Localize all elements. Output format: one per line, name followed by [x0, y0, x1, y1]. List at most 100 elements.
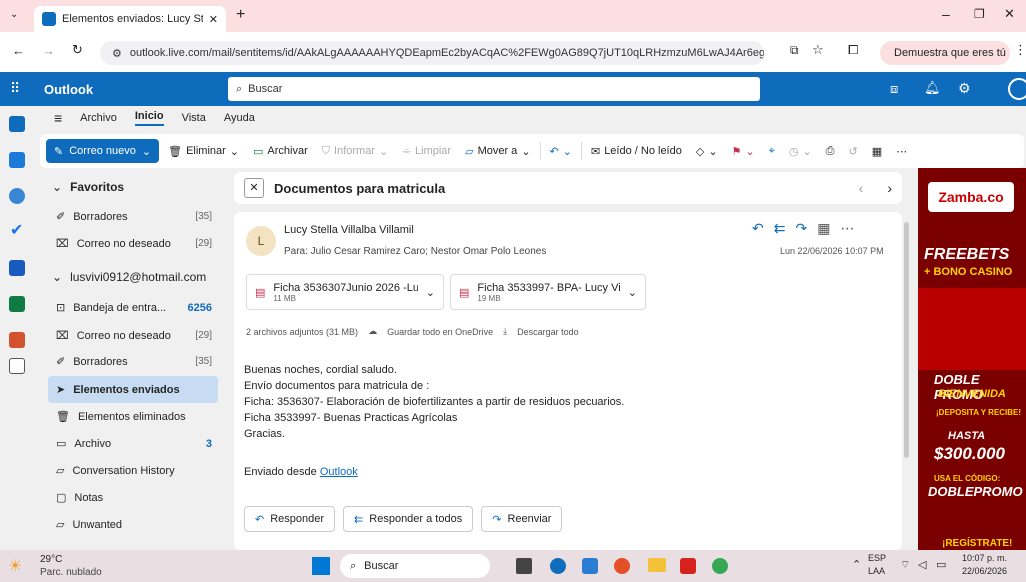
- next-message-icon[interactable]: ›: [887, 180, 892, 196]
- weather-icon[interactable]: ☀: [8, 556, 22, 576]
- close-window-icon[interactable]: ✕: [1004, 6, 1015, 22]
- my-day-icon[interactable]: ⧈: [890, 81, 898, 97]
- chevron-down-icon[interactable]: ⌄: [426, 286, 435, 299]
- keyboard-layout[interactable]: LAA: [868, 566, 885, 576]
- delete-button[interactable]: 🗑︎ Eliminar ⌄: [163, 138, 244, 164]
- reload-icon[interactable]: ↻: [72, 42, 83, 58]
- outlook-link[interactable]: Outlook: [320, 466, 358, 478]
- translate-icon[interactable]: ⧉: [790, 43, 799, 58]
- folder-favorites-drafts[interactable]: ✐ Borradores [35]: [48, 203, 218, 230]
- folder-sent-items[interactable]: ➤ Elementos enviados: [48, 376, 218, 403]
- extensions-icon[interactable]: ⧠: [848, 42, 858, 58]
- advertisement-panel[interactable]: Zamba.co FREEBETS + BONO CASINO DOBLE PR…: [918, 168, 1026, 550]
- reply-all-button[interactable]: ⇇ Responder a todos: [343, 506, 474, 532]
- close-tab-icon[interactable]: ✕: [209, 13, 218, 26]
- new-mail-button[interactable]: ✎ Correo nuevo ⌄: [46, 139, 160, 163]
- menu-archivo[interactable]: Archivo: [80, 112, 117, 124]
- hamburger-icon[interactable]: ≡: [54, 110, 62, 126]
- word-app-icon[interactable]: [9, 260, 25, 276]
- wifi-icon[interactable]: ⌔: [900, 558, 910, 572]
- favorites-header[interactable]: ⌄ Favoritos: [52, 180, 124, 194]
- site-info-icon[interactable]: ⚙: [112, 47, 122, 60]
- browser-tab[interactable]: Elementos enviados: Lucy Stella ✕: [34, 6, 226, 32]
- folder-conversation-history[interactable]: ▱ Conversation History: [48, 457, 218, 484]
- more-options-button[interactable]: ⋯: [891, 138, 912, 164]
- read-unread-button[interactable]: ✉ Leído / No leído: [586, 138, 687, 164]
- reply-all-icon[interactable]: ⇇: [774, 220, 786, 237]
- folder-favorites-junk[interactable]: ⌧ Correo no deseado [29]: [48, 230, 218, 257]
- mail-app-icon[interactable]: [9, 116, 25, 132]
- weather-temp[interactable]: 29°C: [40, 554, 62, 565]
- url-field[interactable]: ⚙ outlook.live.com/mail/sentitems/id/AAk…: [100, 41, 764, 65]
- task-view-icon[interactable]: [516, 558, 532, 574]
- clock-date[interactable]: 22/06/2026: [962, 566, 1007, 576]
- pin-button[interactable]: ⌖: [764, 138, 780, 164]
- more-apps-icon[interactable]: [9, 358, 25, 374]
- folder-archive[interactable]: ▭ Archivo 3: [48, 430, 218, 457]
- browser-menu-icon[interactable]: ⋮: [1014, 42, 1026, 58]
- menu-vista[interactable]: Vista: [182, 112, 206, 124]
- forward-button[interactable]: ↷ Reenviar: [481, 506, 563, 532]
- edge-browser-icon[interactable]: [550, 558, 566, 574]
- reply-icon[interactable]: ↶: [752, 220, 764, 237]
- powerpoint-app-icon[interactable]: [9, 332, 25, 348]
- language-code[interactable]: ESP: [868, 553, 886, 563]
- folder-junk[interactable]: ⌧ Correo no deseado [29]: [48, 322, 218, 349]
- save-onedrive-link[interactable]: Guardar todo en OneDrive: [387, 327, 493, 337]
- reply-button[interactable]: ↶ Responder: [244, 506, 336, 532]
- volume-icon[interactable]: ◁: [918, 558, 926, 571]
- search-box[interactable]: ⌕ Buscar: [228, 77, 760, 101]
- file-explorer-icon[interactable]: [648, 558, 666, 572]
- notifications-bell-icon[interactable]: 🔔︎: [924, 80, 941, 96]
- account-header[interactable]: ⌄ lusvivi0912@hotmail.com: [52, 270, 206, 284]
- flag-button[interactable]: ⚑ ⌄: [727, 138, 760, 164]
- attachment-2[interactable]: ▤ Ficha 3533997- BPA- Lucy Vil... 19 MB ⌄: [450, 274, 646, 310]
- undo-button[interactable]: ↺: [843, 138, 862, 164]
- archive-button[interactable]: ▭ Archivar: [248, 138, 313, 164]
- excel-app-icon[interactable]: [9, 296, 25, 312]
- menu-ayuda[interactable]: Ayuda: [224, 112, 255, 124]
- acrobat-icon[interactable]: [680, 558, 696, 574]
- chevron-down-icon[interactable]: ⌄: [628, 286, 637, 299]
- folder-drafts[interactable]: ✐ Borradores [35]: [48, 348, 218, 375]
- profile-chip[interactable]: Demuestra que eres tú: [880, 41, 1010, 65]
- show-hidden-icons[interactable]: ⌃: [852, 558, 861, 571]
- menu-inicio[interactable]: Inicio: [134, 110, 164, 126]
- report-button[interactable]: ⛉ Informar ⌄: [317, 138, 393, 164]
- calendar-app-icon[interactable]: [9, 152, 25, 168]
- settings-gear-icon[interactable]: ⚙: [958, 80, 971, 97]
- folder-deleted-items[interactable]: 🗑︎ Elementos eliminados: [48, 403, 218, 430]
- attachment-1[interactable]: ▤ Ficha 3536307Junio 2026 -Lu... 11 MB ⌄: [246, 274, 444, 310]
- bookmark-star-icon[interactable]: ☆: [812, 42, 824, 58]
- minimize-icon[interactable]: –: [942, 6, 950, 22]
- print-button[interactable]: ⎙: [821, 138, 840, 164]
- sender-avatar[interactable]: L: [246, 226, 276, 256]
- reply-dropdown-button[interactable]: ↶ ⌄: [545, 138, 577, 164]
- store-icon[interactable]: [582, 558, 598, 574]
- folder-unwanted[interactable]: ▱ Unwanted: [48, 511, 218, 538]
- tab-list-icon[interactable]: ⌄: [10, 9, 18, 20]
- opera-icon[interactable]: [614, 558, 630, 574]
- back-icon[interactable]: ←: [12, 43, 25, 58]
- search-input[interactable]: Buscar: [248, 83, 282, 95]
- move-to-button[interactable]: ▱ Mover a ⌄: [460, 138, 535, 164]
- forward-icon[interactable]: ↷: [795, 220, 807, 237]
- folder-notes[interactable]: ▢ Notas: [48, 484, 218, 511]
- close-reading-icon[interactable]: ✕: [244, 178, 264, 198]
- sweep-button[interactable]: ⌯ Limpiar: [397, 138, 456, 164]
- chrome-icon[interactable]: [712, 558, 728, 574]
- todo-app-icon[interactable]: ✔: [10, 220, 23, 240]
- clock-time[interactable]: 10:07 p. m.: [962, 553, 1007, 563]
- people-app-icon[interactable]: [9, 188, 25, 204]
- sender-name[interactable]: Lucy Stella Villalba Villamil: [284, 224, 414, 236]
- new-tab-icon[interactable]: +: [236, 6, 245, 24]
- weather-desc[interactable]: Parc. nublado: [40, 567, 102, 578]
- account-avatar[interactable]: [1008, 78, 1026, 100]
- tag-button[interactable]: ◇ ⌄: [691, 138, 723, 164]
- windows-start-icon[interactable]: [312, 557, 330, 575]
- grid-icon[interactable]: ▦: [817, 220, 830, 237]
- app-launcher-icon[interactable]: ⠿: [10, 80, 20, 97]
- ellipsis-icon[interactable]: ⋯: [840, 220, 854, 237]
- forward-icon[interactable]: →: [42, 43, 55, 58]
- outlook-brand[interactable]: Outlook: [44, 82, 93, 97]
